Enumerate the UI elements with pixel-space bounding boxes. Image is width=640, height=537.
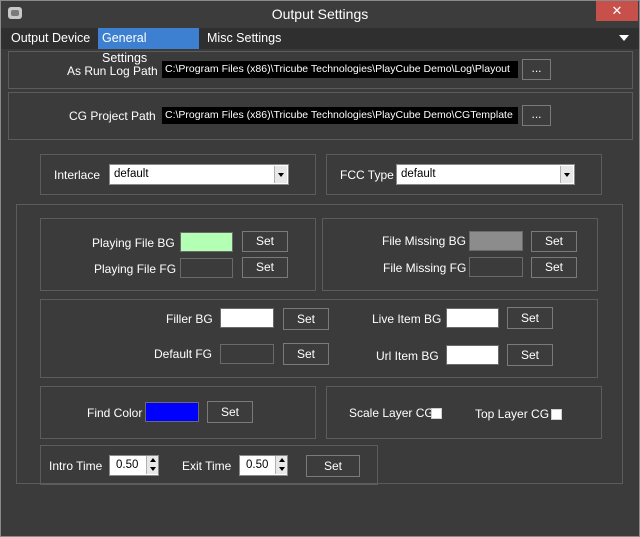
default-fg-label: Default FG (154, 347, 213, 361)
as-run-log-path-field[interactable]: C:\Program Files (x86)\Tricube Technolog… (162, 61, 518, 78)
filler-bg-set-button[interactable]: Set (283, 308, 329, 330)
file-missing-fg-label: File Missing FG (383, 261, 467, 275)
exit-time-label: Exit Time (182, 459, 232, 473)
layer-cg-group: Scale Layer CG Top Layer CG (326, 386, 602, 439)
playing-file-bg-set-button[interactable]: Set (242, 231, 288, 252)
url-item-bg-swatch (446, 345, 499, 365)
cg-project-label: CG Project Path (69, 109, 156, 123)
live-item-bg-swatch (446, 308, 499, 328)
file-missing-fg-set-button[interactable]: Set (531, 257, 577, 278)
increment-arrow-icon[interactable] (275, 456, 287, 465)
url-item-bg-label: Url Item BG (376, 349, 439, 363)
timing-group: Intro Time 0.50 Exit Time 0.50 Set (40, 445, 378, 485)
interlace-select[interactable]: default (109, 164, 289, 185)
tab-output-device[interactable]: Output Device (7, 28, 94, 49)
tab-bar: Output Device General Settings Misc Sett… (1, 28, 639, 65)
tab-overflow-chevron-down-icon[interactable] (619, 35, 629, 41)
default-fg-set-button[interactable]: Set (283, 343, 329, 365)
url-item-bg-set-button[interactable]: Set (507, 344, 553, 366)
title-bar: Output Settings ✕ (1, 1, 639, 27)
playing-file-fg-set-button[interactable]: Set (242, 257, 288, 278)
as-run-log-panel: As Run Log Path C:\Program Files (x86)\T… (8, 51, 633, 89)
playing-file-bg-swatch (180, 232, 233, 252)
intro-time-label: Intro Time (49, 459, 103, 473)
playing-file-bg-label: Playing File BG (92, 236, 175, 250)
cg-project-browse-button[interactable]: ... (522, 105, 551, 126)
interlace-label: Interlace (54, 168, 101, 182)
timing-set-button[interactable]: Set (306, 455, 360, 477)
fcc-type-panel: FCC Type default (326, 154, 602, 195)
playing-file-group: Playing File BG Set Playing File FG Set (40, 218, 316, 291)
exit-time-value: 0.50 (246, 459, 269, 471)
decrement-arrow-icon[interactable] (275, 465, 287, 474)
find-color-group: Find Color Set (40, 386, 316, 439)
playing-file-fg-swatch (180, 258, 233, 278)
live-item-bg-set-button[interactable]: Set (507, 307, 553, 329)
chevron-down-icon[interactable] (560, 166, 573, 183)
find-color-set-button[interactable]: Set (207, 401, 253, 423)
find-color-label: Find Color (87, 406, 143, 420)
chevron-down-icon[interactable] (274, 166, 287, 183)
file-missing-bg-swatch (469, 231, 523, 251)
intro-time-value: 0.50 (116, 459, 139, 471)
decrement-arrow-icon[interactable] (146, 465, 158, 474)
live-item-bg-label: Live Item BG (372, 312, 442, 326)
top-layer-cg-label: Top Layer CG (475, 407, 550, 421)
scale-layer-cg-label: Scale Layer CG (349, 406, 434, 420)
default-fg-swatch (220, 344, 274, 364)
tab-general-settings[interactable]: General Settings (98, 28, 199, 65)
cg-project-panel: CG Project Path C:\Program Files (x86)\T… (8, 92, 633, 140)
file-missing-fg-swatch (469, 257, 523, 277)
file-missing-bg-set-button[interactable]: Set (531, 231, 577, 252)
as-run-log-label: As Run Log Path (67, 64, 158, 78)
find-color-swatch (145, 402, 199, 422)
item-colors-group: Filler BG Set Default FG Set Live Item B… (40, 299, 598, 378)
fcc-type-select[interactable]: default (396, 164, 575, 185)
fcc-type-label: FCC Type (340, 168, 394, 182)
close-button[interactable]: ✕ (596, 1, 638, 21)
window-title: Output Settings (271, 6, 369, 22)
filler-bg-label: Filler BG (166, 312, 213, 326)
output-settings-window: Output Settings ✕ Output Device General … (0, 0, 640, 537)
scale-layer-cg-checkbox[interactable] (431, 408, 442, 419)
tab-misc-settings[interactable]: Misc Settings (203, 28, 285, 49)
top-layer-cg-checkbox[interactable] (551, 409, 562, 420)
cg-project-path-field[interactable]: C:\Program Files (x86)\Tricube Technolog… (162, 107, 518, 124)
intro-time-stepper[interactable]: 0.50 (109, 455, 159, 476)
increment-arrow-icon[interactable] (146, 456, 158, 465)
filler-bg-swatch (220, 308, 274, 328)
playing-file-fg-label: Playing File FG (94, 262, 177, 276)
file-missing-bg-label: File Missing BG (382, 234, 467, 248)
as-run-log-browse-button[interactable]: ... (522, 59, 551, 80)
file-missing-group: File Missing BG Set File Missing FG Set (322, 218, 598, 291)
interlace-panel: Interlace default (40, 154, 316, 195)
fcc-type-selected-value: default (401, 168, 436, 180)
exit-time-stepper[interactable]: 0.50 (239, 455, 288, 476)
interlace-selected-value: default (114, 168, 149, 180)
